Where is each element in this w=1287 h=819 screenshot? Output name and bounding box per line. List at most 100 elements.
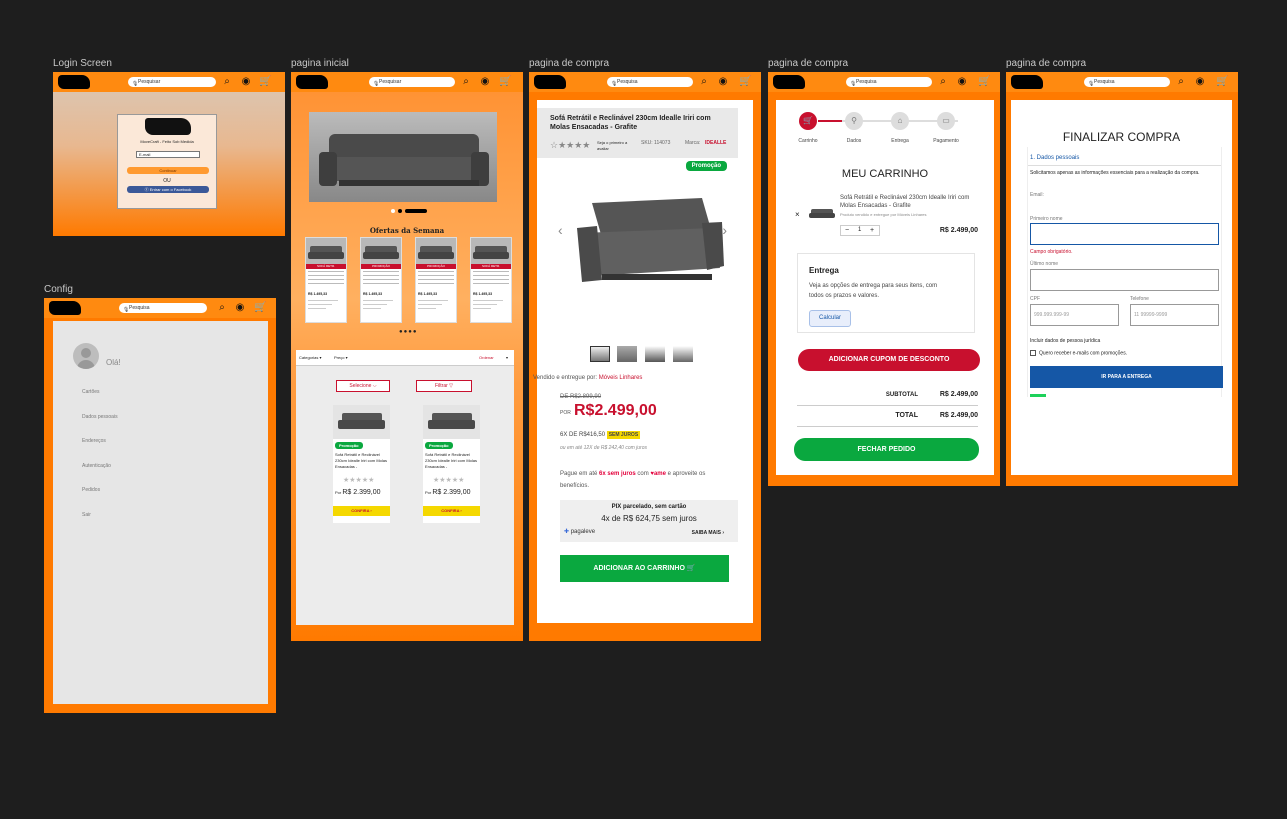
select-button[interactable]: Selecione ⌵: [336, 380, 390, 392]
offer-text-line: [308, 279, 344, 280]
next-step-button[interactable]: IR PARA A ENTREGA: [1030, 366, 1223, 388]
offer-card[interactable]: PROMOÇÃO R$ 1.495,33: [360, 237, 402, 323]
seller-link[interactable]: Móveis Linhares: [599, 375, 643, 381]
email-field[interactable]: E-mail: [136, 151, 200, 158]
price-filter[interactable]: Preço ▾: [334, 350, 348, 366]
newsletter-checkbox[interactable]: Quero receber e-mails com promoções.: [1030, 350, 1127, 356]
search-icon[interactable]: ⌕: [937, 76, 949, 88]
cart-item-price: R$ 2.499,00: [939, 227, 978, 234]
cart-item-seller: Produto vendido e entregue por Móveis Li…: [840, 212, 927, 217]
offer-text-line: [418, 300, 448, 301]
search-icon[interactable]: ⌕: [460, 76, 472, 88]
cart-icon[interactable]: 🛒: [799, 112, 817, 130]
menu-item[interactable]: Pedidos: [82, 487, 100, 493]
search-icon[interactable]: ⌕: [1175, 76, 1187, 88]
offer-card[interactable]: SOFÁ RETR. R$ 1.495,33: [470, 237, 512, 323]
offer-card[interactable]: PROMOÇÃO R$ 1.495,33: [415, 237, 457, 323]
product-card[interactable]: Promoção Sofá Retrátil e Reclinável 230cm…: [333, 405, 390, 523]
step-label: Pagamento: [933, 138, 959, 144]
remove-item-icon[interactable]: ×: [795, 210, 800, 219]
search-input[interactable]: 🎙 Pesquisa: [119, 303, 207, 313]
thumbnail[interactable]: [673, 346, 693, 362]
subtotal-value: R$ 2.499,00: [939, 391, 978, 398]
thumbnail[interactable]: [590, 346, 610, 362]
search-input[interactable]: 🎙 Pesquisa: [1084, 77, 1170, 87]
menu-item[interactable]: Autenticação: [82, 463, 111, 469]
cart-icon[interactable]: 🛒: [1216, 76, 1228, 88]
installments: 6X DE R$416,50 SEM JUROS: [560, 431, 641, 439]
cart-item-name[interactable]: Sofá Retrátil e Reclinável 230cm Idealle…: [840, 194, 970, 210]
pix-title: PIX parcelado, sem cartão: [611, 504, 687, 510]
mic-icon: 🎙: [611, 81, 618, 87]
facebook-button[interactable]: ⓕ Entrar com o Facebook: [127, 186, 209, 193]
menu-item[interactable]: Endereços: [82, 438, 106, 444]
steps-progress: [818, 120, 842, 122]
ame-logo: ♥ame: [650, 471, 666, 477]
product-price: Por R$ 2.399,00: [425, 489, 471, 496]
rating-stars[interactable]: ☆★★★★: [550, 140, 590, 151]
close-order-button[interactable]: FECHAR PEDIDO: [794, 438, 979, 461]
coupon-button[interactable]: ADICIONAR CUPOM DE DESCONTO: [798, 349, 980, 371]
increase-button[interactable]: +: [870, 226, 874, 235]
learn-more-link[interactable]: SAIBA MAIS ›: [692, 530, 724, 536]
search-icon[interactable]: ⌕: [698, 76, 710, 88]
sofa-image: [306, 238, 346, 264]
user-icon[interactable]: ◉: [956, 76, 968, 88]
company-data-link[interactable]: Incluir dados de pessoa jurídica: [1030, 338, 1100, 344]
cart-icon[interactable]: 🛒: [499, 76, 511, 88]
cart-icon[interactable]: 🛒: [254, 302, 266, 314]
cpf-field[interactable]: 999.999.999-99: [1030, 304, 1119, 326]
product-name[interactable]: Sofá Retrátil e Reclinável 230cm Idealle…: [425, 452, 479, 470]
user-icon[interactable]: ◉: [1194, 76, 1206, 88]
user-icon[interactable]: ⚲: [845, 112, 863, 130]
checkbox-icon: [1030, 350, 1036, 356]
search-icon[interactable]: ⌕: [216, 302, 228, 314]
search-input[interactable]: 🎙 Pesquisa: [846, 77, 932, 87]
home-icon[interactable]: ⌂: [891, 112, 909, 130]
cart-icon[interactable]: 🛒: [259, 76, 271, 88]
offer-dots[interactable]: ●●●●: [399, 329, 423, 335]
offer-text-line: [418, 271, 454, 272]
menu-item[interactable]: Cartões: [82, 389, 100, 395]
promo-badge: Promoção: [685, 161, 727, 171]
carousel-dots[interactable]: [391, 209, 429, 213]
decrease-button[interactable]: −: [845, 226, 849, 235]
category-filter[interactable]: Categorias ▾: [299, 350, 321, 366]
menu-item[interactable]: Sair: [82, 512, 91, 518]
user-icon[interactable]: ◉: [240, 76, 252, 88]
rating-text[interactable]: Seja o primeiro a avaliar: [597, 140, 637, 152]
phone-field[interactable]: 11 99999-9999: [1130, 304, 1219, 326]
first-name-field[interactable]: [1030, 223, 1219, 245]
sofa-image: [361, 238, 401, 264]
search-input[interactable]: 🎙 Pesquisar: [128, 77, 216, 87]
search-input[interactable]: 🎙 Pesquisa: [607, 77, 693, 87]
hero-banner[interactable]: [309, 112, 497, 202]
product-name[interactable]: Sofá Retrátil e Reclinável 230cm Idealle…: [335, 452, 389, 470]
product-card[interactable]: Promoção Sofá Retrátil e Reclinável 230cm…: [423, 405, 480, 523]
offer-card[interactable]: SOFÁ RETR. R$ 1.495,33: [305, 237, 347, 323]
continue-button[interactable]: Continuar: [127, 167, 209, 174]
ame-text: Pague em até 6x sem juros com ♥ame e apr…: [560, 471, 706, 489]
quantity-stepper[interactable]: − 1 +: [840, 225, 880, 236]
view-product-button[interactable]: CONFIRA ›: [423, 506, 480, 516]
chevron-down-icon: ▾: [506, 355, 509, 360]
search-icon[interactable]: ⌕: [221, 76, 233, 88]
card-icon[interactable]: ▭: [937, 112, 955, 130]
user-icon[interactable]: ◉: [717, 76, 729, 88]
cart-icon[interactable]: 🛒: [739, 76, 751, 88]
last-name-field[interactable]: [1030, 269, 1219, 291]
calculate-button[interactable]: Calcular: [809, 310, 851, 327]
menu-item[interactable]: Dados pessoais: [82, 414, 118, 420]
user-icon[interactable]: ◉: [234, 302, 246, 314]
add-to-cart-button[interactable]: ADICIONAR AO CARRINHO 🛒: [560, 555, 729, 582]
brand[interactable]: IDEALLE: [705, 140, 726, 146]
cart-icon[interactable]: 🛒: [978, 76, 990, 88]
offer-badge: SOFÁ RETR.: [306, 264, 346, 269]
view-product-button[interactable]: CONFIRA ›: [333, 506, 390, 516]
sort-filter[interactable]: Ordenar: [479, 350, 494, 366]
filter-button[interactable]: Filtrar ▽: [416, 380, 472, 392]
thumbnail[interactable]: [617, 346, 637, 362]
thumbnail[interactable]: [645, 346, 665, 362]
user-icon[interactable]: ◉: [479, 76, 491, 88]
search-input[interactable]: 🎙 Pesquisar: [369, 77, 455, 87]
